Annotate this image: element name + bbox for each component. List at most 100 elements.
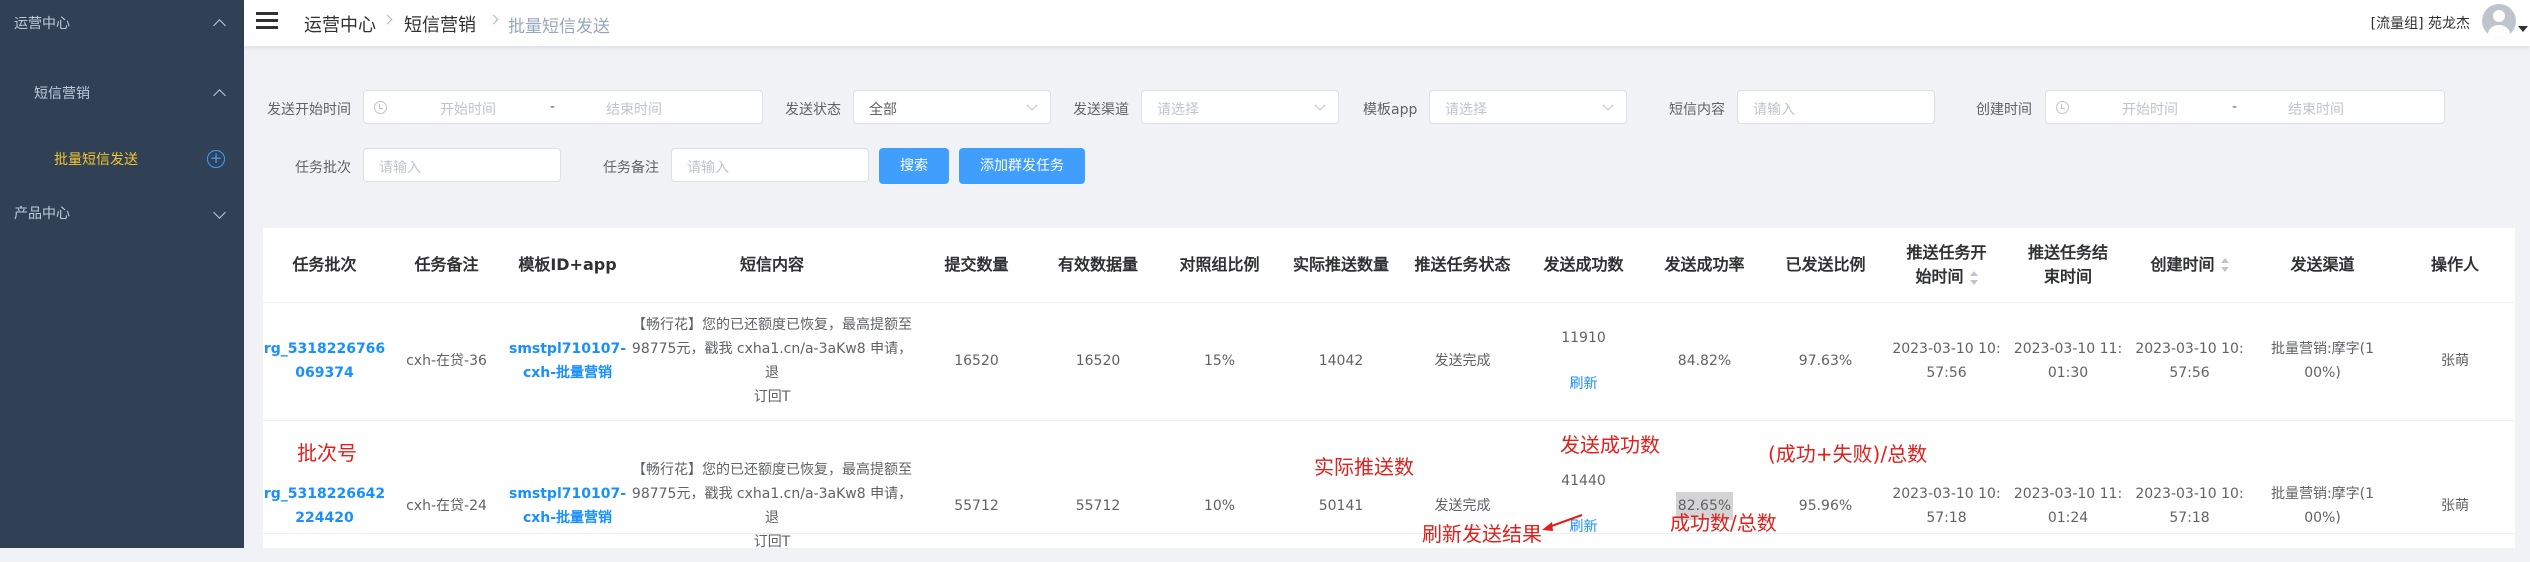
template-app-select[interactable]: 请选择	[1429, 90, 1627, 124]
end-time-text: 2023-03-10 11:	[2013, 341, 2123, 357]
create-time-range[interactable]: 开始时间 - 结束时间	[2045, 90, 2445, 124]
control-ratio-cell: 15%	[1203, 353, 1236, 369]
refresh-link[interactable]: 刷新	[1570, 372, 1598, 396]
hamburger-menu-icon[interactable]	[256, 12, 278, 30]
task-note-cell: cxh-在贷-36	[406, 353, 487, 369]
success-count-value: 41440	[1561, 473, 1606, 489]
template-link[interactable]: smstpl710107- cxh-批量营销	[507, 464, 628, 548]
end-time-cell: 2023-03-10 11: 01:24	[2007, 464, 2129, 548]
annotation-arrow-icon	[1542, 514, 1583, 531]
control-ratio-cell: 10%	[1203, 498, 1236, 514]
sms-content-input[interactable]: 请输入	[1737, 90, 1935, 124]
sms-content-label: 短信内容	[1669, 102, 1725, 118]
col-header-template: 模板ID+app	[518, 255, 617, 274]
breadcrumb-separator-icon	[488, 14, 499, 25]
chevron-up-icon	[213, 89, 226, 102]
col-header-end-time: 推送任务结束时间	[2007, 228, 2129, 302]
valid-count-cell: 55712	[1075, 498, 1121, 514]
sidebar-item-label: 运营中心	[14, 16, 70, 32]
add-circle-icon[interactable]: +	[207, 150, 225, 168]
send-channel-text: 批量营销:摩字(1	[2270, 486, 2375, 502]
col-header-start-time[interactable]: 推送任务开始时间	[1886, 228, 2007, 302]
col-header-send-channel: 发送渠道	[2290, 255, 2355, 274]
sidebar-item-label: 批量短信发送	[54, 152, 138, 168]
create-time-text: 57:18	[2169, 510, 2210, 526]
send-channel-placeholder: 请选择	[1157, 102, 1199, 118]
caret-down-icon[interactable]	[2518, 26, 2528, 32]
task-note-input[interactable]: 请输入	[671, 148, 869, 182]
user-avatar[interactable]	[2482, 4, 2516, 38]
sidebar-item-label: 短信营销	[34, 86, 90, 102]
sent-ratio-cell: 97.63%	[1798, 353, 1853, 369]
chevron-down-icon	[1602, 99, 1614, 111]
template-text: smstpl710107-	[508, 486, 627, 502]
annotation-success-over-total: 成功数/总数	[1670, 511, 1777, 535]
send-channel-cell: 批量营销:摩字(1 00%)	[2250, 302, 2395, 420]
task-batch-text: 224420	[295, 510, 354, 526]
sidebar-item-sms-marketing[interactable]: 短信营销	[0, 80, 244, 106]
col-header-actual-pushed: 实际推送数量	[1292, 255, 1389, 274]
sms-content-placeholder: 请输入	[1753, 102, 1795, 118]
send-start-time-range[interactable]: 开始时间 - 结束时间	[363, 90, 763, 124]
task-batch-link[interactable]: rg_5318226642 224420	[263, 464, 386, 548]
send-channel-select[interactable]: 请选择	[1141, 90, 1339, 124]
end-placeholder: 结束时间	[2288, 102, 2344, 118]
template-text: cxh-批量营销	[522, 365, 613, 381]
col-header-end-time-label: 推送任务结束时间	[2028, 243, 2109, 286]
send-channel-text: 00%)	[2304, 510, 2341, 526]
sent-ratio-cell: 95.96%	[1798, 498, 1853, 514]
template-app-label: 模板app	[1363, 102, 1418, 118]
start-placeholder: 开始时间	[440, 102, 496, 118]
task-batch-link[interactable]: rg_5318226766 069374	[263, 302, 386, 420]
breadcrumb-ops-center[interactable]: 运营中心	[304, 11, 376, 37]
chevron-down-icon	[1314, 99, 1326, 111]
col-header-create-time[interactable]: 创建时间	[2129, 228, 2250, 302]
sms-content-line: 98775元，戳我 cxha1.cn/a-3aKw8 申请，退	[631, 341, 913, 381]
task-batch-text: 069374	[295, 365, 354, 381]
chevron-down-icon	[213, 206, 226, 219]
end-time-text: 01:30	[2047, 365, 2089, 381]
sidebar: 运营中心 短信营销 批量短信发送 + 产品中心	[0, 0, 244, 548]
sms-content-line: 【畅行花】您的已还额度已恢复，最高提额至	[632, 462, 912, 478]
send-status-select[interactable]: 全部	[853, 90, 1051, 124]
send-status-value: 全部	[869, 102, 897, 118]
operator-cell: 张萌	[2441, 498, 2469, 514]
start-time-text: 57:56	[1926, 365, 1967, 381]
sidebar-item-ops-center[interactable]: 运营中心	[0, 10, 244, 36]
col-header-success-rate: 发送成功率	[1664, 255, 1745, 274]
start-time-text: 2023-03-10 10:	[1892, 486, 2001, 502]
sms-content-line: 【畅行花】您的已还额度已恢复，最高提额至	[632, 317, 912, 333]
create-time-text: 2023-03-10 10:	[2135, 341, 2244, 357]
add-batch-task-button[interactable]: 添加群发任务	[959, 148, 1085, 184]
template-link[interactable]: smstpl710107- cxh-批量营销	[507, 302, 628, 420]
range-separator: -	[550, 99, 556, 115]
search-button[interactable]: 搜索	[879, 148, 949, 184]
annotation-refresh-result: 刷新发送结果	[1422, 522, 1542, 546]
sidebar-item-product-center[interactable]: 产品中心	[0, 200, 244, 226]
send-channel-text: 批量营销:摩字(1	[2270, 341, 2375, 357]
chevron-up-icon	[213, 19, 226, 32]
task-batch-text: rg_5318226766	[263, 341, 386, 357]
task-batch-placeholder: 请输入	[379, 160, 421, 176]
task-note-cell: cxh-在贷-24	[406, 498, 487, 514]
task-batch-input[interactable]: 请输入	[363, 148, 561, 182]
submit-count-cell: 16520	[954, 353, 999, 369]
col-header-task-batch: 任务批次	[292, 255, 357, 274]
send-status-label: 发送状态	[785, 102, 841, 118]
end-time-text: 2023-03-10 11:	[2013, 486, 2123, 502]
actual-pushed-cell: 14042	[1318, 353, 1364, 369]
success-count-cell: 11910 刷新	[1523, 302, 1644, 420]
annotation-actual-pushed: 实际推送数	[1314, 455, 1414, 479]
breadcrumb-sms-marketing[interactable]: 短信营销	[404, 11, 476, 37]
end-time-cell: 2023-03-10 11: 01:30	[2007, 302, 2129, 420]
template-app-placeholder: 请选择	[1445, 102, 1487, 118]
create-time-label: 创建时间	[1976, 102, 2032, 118]
chevron-down-icon	[1026, 99, 1038, 111]
task-note-label: 任务备注	[603, 160, 659, 176]
sort-icon[interactable]	[2220, 258, 2229, 272]
sidebar-item-batch-sms[interactable]: 批量短信发送 +	[0, 146, 244, 172]
operator-cell: 张萌	[2441, 353, 2469, 369]
start-time-text: 57:18	[1926, 510, 1967, 526]
sort-icon[interactable]	[1969, 270, 1978, 285]
create-time-text: 57:56	[2169, 365, 2210, 381]
